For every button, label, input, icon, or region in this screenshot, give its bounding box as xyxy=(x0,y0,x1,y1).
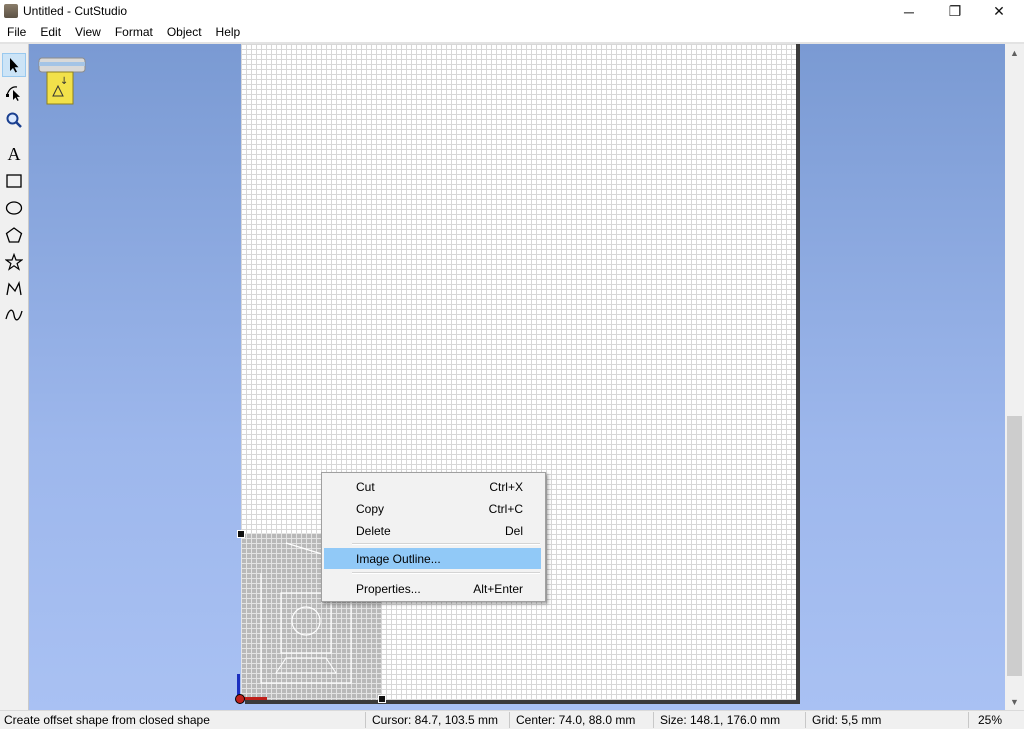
context-item-delete[interactable]: Delete Del xyxy=(324,520,541,540)
page-shadow xyxy=(245,700,800,704)
context-item-shortcut: Alt+Enter xyxy=(473,582,523,596)
selection-handle[interactable] xyxy=(378,695,386,703)
ellipse-tool-button[interactable] xyxy=(2,196,26,220)
magnifier-icon xyxy=(6,112,22,128)
menu-object[interactable]: Object xyxy=(160,23,209,42)
page-shadow xyxy=(796,44,800,704)
tool-palette: A xyxy=(0,44,29,710)
context-item-label: Properties... xyxy=(356,582,421,596)
node-edit-icon xyxy=(6,86,20,101)
scroll-thumb[interactable] xyxy=(1007,416,1022,676)
context-item-properties[interactable]: Properties... Alt+Enter xyxy=(324,578,541,598)
scroll-down-arrow-icon[interactable]: ▼ xyxy=(1005,693,1024,710)
drawing-canvas[interactable]: ↓ xyxy=(29,44,1005,710)
context-item-shortcut: Ctrl+X xyxy=(489,480,523,494)
ellipse-icon xyxy=(5,201,23,215)
context-item-copy[interactable]: Copy Ctrl+C xyxy=(324,498,541,518)
edit-points-tool-button[interactable] xyxy=(2,80,26,104)
context-item-label: Copy xyxy=(356,502,385,516)
menu-edit[interactable]: Edit xyxy=(33,23,68,42)
star-tool-button[interactable] xyxy=(2,250,26,274)
curve-tool-button[interactable] xyxy=(2,303,26,327)
svg-text:↓: ↓ xyxy=(60,76,68,87)
rectangle-icon xyxy=(6,174,22,188)
menu-file[interactable]: File xyxy=(0,23,33,42)
polyline-tool-button[interactable] xyxy=(2,277,26,301)
arrow-pointer-icon xyxy=(10,58,19,73)
scroll-up-arrow-icon[interactable]: ▲ xyxy=(1005,44,1024,61)
status-divider xyxy=(365,712,366,728)
status-cursor: Cursor: 84.7, 103.5 mm xyxy=(372,713,499,727)
menu-help[interactable]: Help xyxy=(209,23,248,42)
context-item-shortcut: Ctrl+C xyxy=(488,502,523,516)
text-icon: A xyxy=(7,143,21,164)
context-item-label: Cut xyxy=(356,480,375,494)
close-button[interactable]: ✕ xyxy=(976,0,1022,23)
menu-view[interactable]: View xyxy=(68,23,108,42)
curve-icon xyxy=(5,309,23,321)
context-item-image-outline[interactable]: Image Outline... xyxy=(324,548,541,569)
status-center: Center: 74.0, 88.0 mm xyxy=(516,713,636,727)
context-menu-separator xyxy=(352,543,540,545)
menu-bar: File Edit View Format Object Help xyxy=(0,23,1024,42)
status-divider xyxy=(509,712,510,728)
context-item-label: Delete xyxy=(356,524,391,538)
context-item-label: Image Outline... xyxy=(356,552,441,566)
polyline-icon xyxy=(6,280,22,296)
select-tool-button[interactable] xyxy=(2,53,26,77)
selection-handle[interactable] xyxy=(237,530,245,538)
maximize-button[interactable]: ❐ xyxy=(932,0,978,23)
context-item-shortcut: Del xyxy=(504,524,523,538)
status-grid: Grid: 5,5 mm xyxy=(812,713,882,727)
vertical-scrollbar[interactable]: ▲ ▼ xyxy=(1005,44,1024,710)
origin-marker[interactable] xyxy=(235,694,245,704)
context-item-cut[interactable]: Cut Ctrl+X xyxy=(324,476,541,496)
app-icon xyxy=(4,4,18,18)
context-menu: Cut Ctrl+X Copy Ctrl+C Delete Del Image … xyxy=(321,472,546,602)
x-axis-arrow xyxy=(243,697,267,700)
status-size: Size: 148.1, 176.0 mm xyxy=(660,713,781,727)
title-bar: Untitled - CutStudio ─ ❐ ✕ xyxy=(0,0,1024,23)
zoom-tool-button[interactable] xyxy=(2,108,26,132)
status-hint: Create offset shape from closed shape xyxy=(4,713,210,727)
window-title: Untitled - CutStudio xyxy=(23,4,128,18)
rectangle-tool-button[interactable] xyxy=(2,169,26,193)
status-divider xyxy=(653,712,654,728)
text-tool-button[interactable]: A xyxy=(2,142,26,166)
cutter-machine-icon[interactable]: ↓ xyxy=(37,54,87,106)
pentagon-icon xyxy=(5,227,23,243)
context-menu-separator xyxy=(352,572,540,574)
status-divider xyxy=(805,712,806,728)
minimize-button[interactable]: ─ xyxy=(886,0,932,23)
star-icon xyxy=(5,253,23,271)
status-zoom: 25% xyxy=(978,713,1003,727)
menu-format[interactable]: Format xyxy=(108,23,160,42)
polygon-tool-button[interactable] xyxy=(2,223,26,247)
status-divider xyxy=(968,712,969,728)
status-bar: Create offset shape from closed shape Cu… xyxy=(0,710,1024,729)
